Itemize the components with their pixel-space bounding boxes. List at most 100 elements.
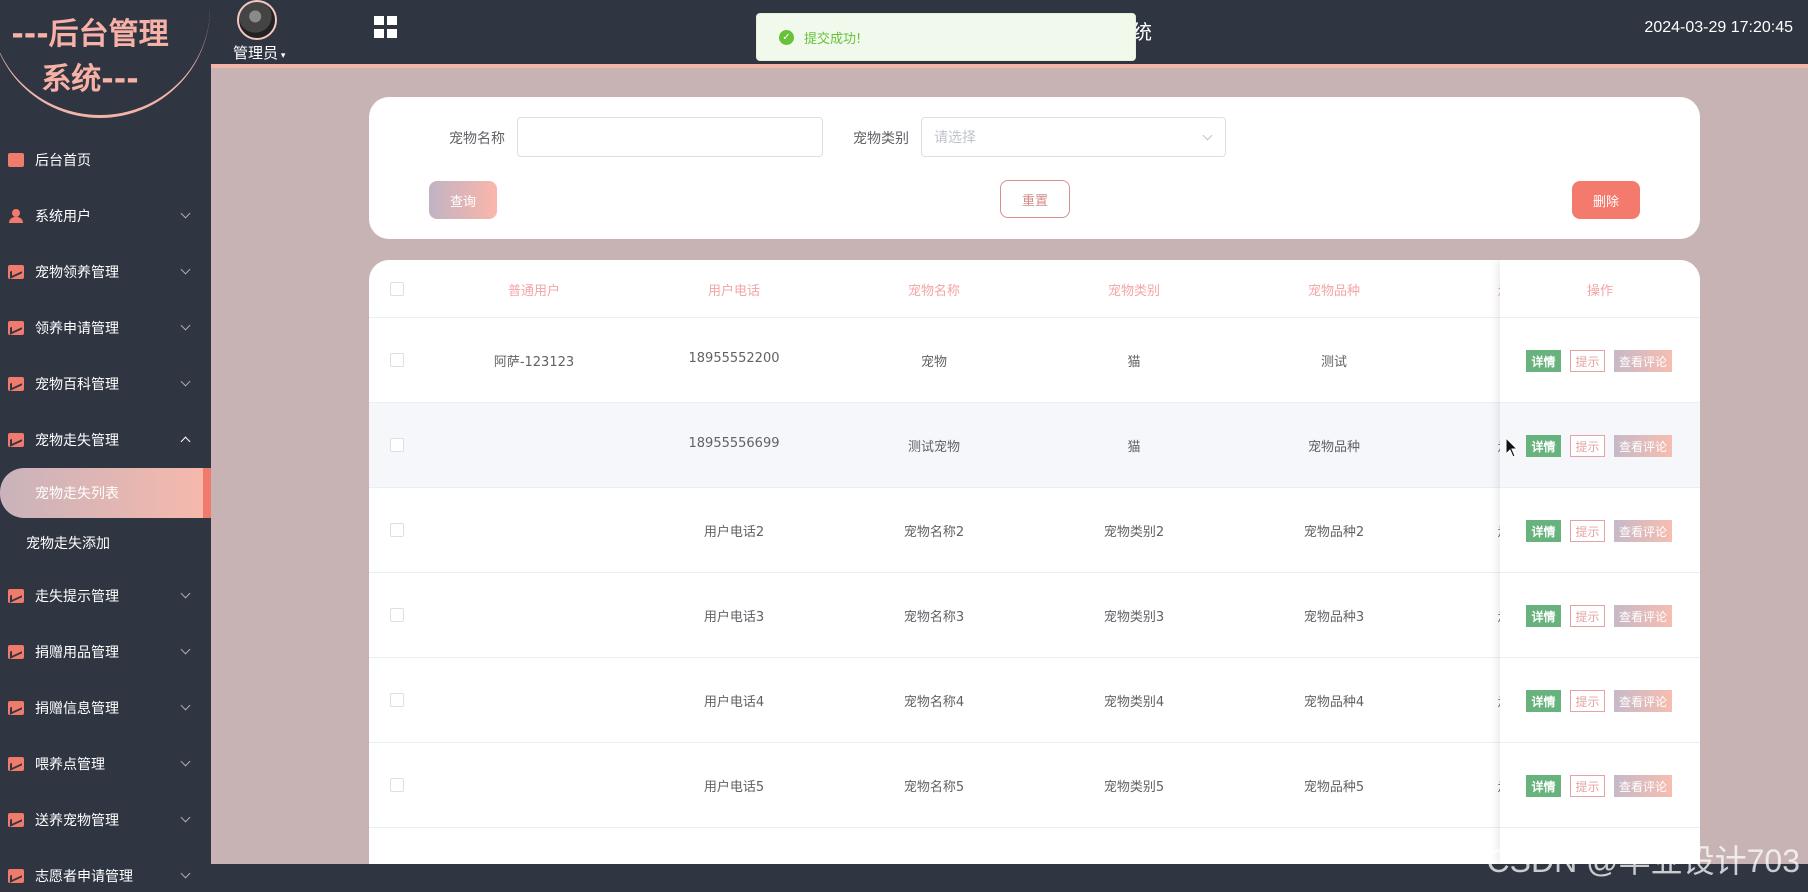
pet-type-select[interactable]: 请选择 (921, 117, 1226, 157)
success-toast: ✓ 提交成功! (756, 13, 1136, 61)
header-accent-line (211, 64, 1808, 68)
watermark: CSDN @毕业设计703 (1486, 843, 1800, 879)
tip-button[interactable]: 提示 (1570, 775, 1605, 797)
cell-breed: 测试 (1320, 355, 1347, 370)
chevron-down-icon (180, 376, 191, 387)
view-comments-button[interactable]: 查看评论 (1614, 520, 1672, 542)
caret-down-icon: ▾ (278, 51, 286, 61)
admin-dropdown[interactable]: 管理员 ▾ (233, 42, 285, 63)
cell-pet-name: 测试宠物 (907, 440, 960, 455)
header-timestamp: 2024-03-29 17:20:45 (1644, 19, 1793, 36)
view-comments-button[interactable]: 查看评论 (1614, 605, 1672, 627)
select-all-checkbox[interactable] (390, 282, 404, 296)
cell-pet-type: 宠物类别4 (1103, 695, 1165, 710)
submenu-label: 宠物走失列表 (35, 486, 119, 502)
tip-button[interactable]: 提示 (1570, 605, 1605, 627)
sidebar-item-label: 捐赠信息管理 (35, 701, 119, 717)
logo: ---后台管理 系统--- (0, 0, 210, 118)
row-actions: 详情 提示 查看评论 (1500, 488, 1700, 573)
sidebar-item-label: 宠物领养管理 (35, 265, 119, 281)
tip-button[interactable]: 提示 (1570, 350, 1605, 372)
sidebar-item-donation-info[interactable]: 捐赠信息管理 (0, 680, 211, 736)
cell-pet-name: 宠物名称5 (903, 780, 965, 795)
cell-breed: 宠物品种2 (1303, 525, 1365, 540)
sidebar-item-label: 走失提示管理 (35, 589, 119, 605)
sidebar-subitem-lost-add[interactable]: 宠物走失添加 (0, 518, 211, 568)
chart-icon (8, 265, 24, 279)
apps-grid-icon[interactable] (374, 16, 398, 38)
detail-button[interactable]: 详情 (1526, 605, 1561, 627)
reset-button[interactable]: 重置 (1000, 180, 1070, 218)
sidebar-item-donation-goods[interactable]: 捐赠用品管理 (0, 624, 211, 680)
chart-icon (8, 321, 24, 335)
row-checkbox[interactable] (390, 353, 404, 367)
chevron-up-icon (180, 436, 191, 447)
query-button[interactable]: 查询 (429, 181, 497, 219)
view-comments-button[interactable]: 查看评论 (1614, 435, 1672, 457)
cell-pet-type: 猫 (1127, 355, 1141, 370)
avatar[interactable] (237, 0, 277, 40)
tip-button[interactable]: 提示 (1570, 435, 1605, 457)
sidebar-item-lost-tips[interactable]: 走失提示管理 (0, 568, 211, 624)
detail-button[interactable]: 详情 (1526, 775, 1561, 797)
sidebar-item-lost-pets[interactable]: 宠物走失管理 (0, 412, 211, 468)
column-header: 操作 (1586, 284, 1613, 299)
sidebar-item-label: 系统用户 (35, 209, 91, 225)
chevron-down-icon (180, 756, 191, 767)
detail-button[interactable]: 详情 (1526, 690, 1561, 712)
chart-icon (8, 813, 24, 827)
view-comments-button[interactable]: 查看评论 (1614, 775, 1672, 797)
sidebar-item-home[interactable]: 后台首页 (0, 132, 211, 188)
sidebar-item-adoption[interactable]: 宠物领养管理 (0, 244, 211, 300)
cell-user: 阿萨-123123 (493, 355, 575, 370)
submenu-label: 宠物走失添加 (26, 536, 110, 552)
sidebar-item-rehoming[interactable]: 送养宠物管理 (0, 792, 211, 848)
admin-label: 管理员 (233, 44, 279, 62)
chart-icon (8, 589, 24, 603)
row-actions: 详情 提示 查看评论 (1500, 658, 1700, 743)
detail-button[interactable]: 详情 (1526, 435, 1561, 457)
sidebar-menu: 后台首页 系统用户 宠物领养管理 领养申请管理 宠物百科管理 宠物走失管理 宠物… (0, 132, 211, 892)
detail-button[interactable]: 详情 (1526, 350, 1561, 372)
chevron-down-icon (180, 700, 191, 711)
sidebar-item-label: 捐赠用品管理 (35, 645, 119, 661)
chevron-down-icon (180, 812, 191, 823)
row-checkbox[interactable] (390, 523, 404, 537)
cell-pet-type: 猫 (1127, 440, 1141, 455)
cell-pet-type: 宠物类别2 (1103, 525, 1165, 540)
cell-breed: 宠物品种5 (1303, 780, 1365, 795)
cell-pet-type: 宠物类别3 (1103, 610, 1165, 625)
sidebar-item-pet-wiki[interactable]: 宠物百科管理 (0, 356, 211, 412)
search-panel: 宠物名称 宠物类别 请选择 查询 重置 删除 (369, 97, 1700, 239)
cell-phone: 18955556699 (688, 436, 780, 451)
sidebar-subitem-lost-list[interactable]: 宠物走失列表 (0, 468, 211, 518)
column-header: 普通用户 (507, 284, 560, 299)
row-actions: 详情 提示 查看评论 (1500, 403, 1700, 488)
detail-button[interactable]: 详情 (1526, 520, 1561, 542)
cell-phone: 用户电话4 (703, 695, 765, 710)
sidebar-item-system-users[interactable]: 系统用户 (0, 188, 211, 244)
cell-breed: 宠物品种3 (1303, 610, 1365, 625)
sidebar-item-adoption-apply[interactable]: 领养申请管理 (0, 300, 211, 356)
delete-button[interactable]: 删除 (1572, 181, 1640, 219)
row-checkbox[interactable] (390, 778, 404, 792)
chart-icon (8, 869, 24, 883)
view-comments-button[interactable]: 查看评论 (1614, 350, 1672, 372)
chart-icon (8, 377, 24, 391)
sidebar-item-label: 后台首页 (35, 153, 91, 169)
row-checkbox[interactable] (390, 438, 404, 452)
tip-button[interactable]: 提示 (1570, 520, 1605, 542)
column-header: 宠物品种 (1307, 284, 1360, 299)
tip-button[interactable]: 提示 (1570, 690, 1605, 712)
chart-icon (8, 701, 24, 715)
sidebar-item-feeding-points[interactable]: 喂养点管理 (0, 736, 211, 792)
sidebar-item-label: 喂养点管理 (35, 757, 105, 773)
view-comments-button[interactable]: 查看评论 (1614, 690, 1672, 712)
chevron-down-icon (1202, 130, 1213, 141)
row-checkbox[interactable] (390, 608, 404, 622)
cell-phone: 18955552200 (688, 351, 780, 366)
pet-name-input[interactable] (517, 117, 823, 157)
sidebar-item-volunteer[interactable]: 志愿者申请管理 (0, 848, 211, 892)
cell-breed: 宠物品种4 (1303, 695, 1365, 710)
row-checkbox[interactable] (390, 693, 404, 707)
